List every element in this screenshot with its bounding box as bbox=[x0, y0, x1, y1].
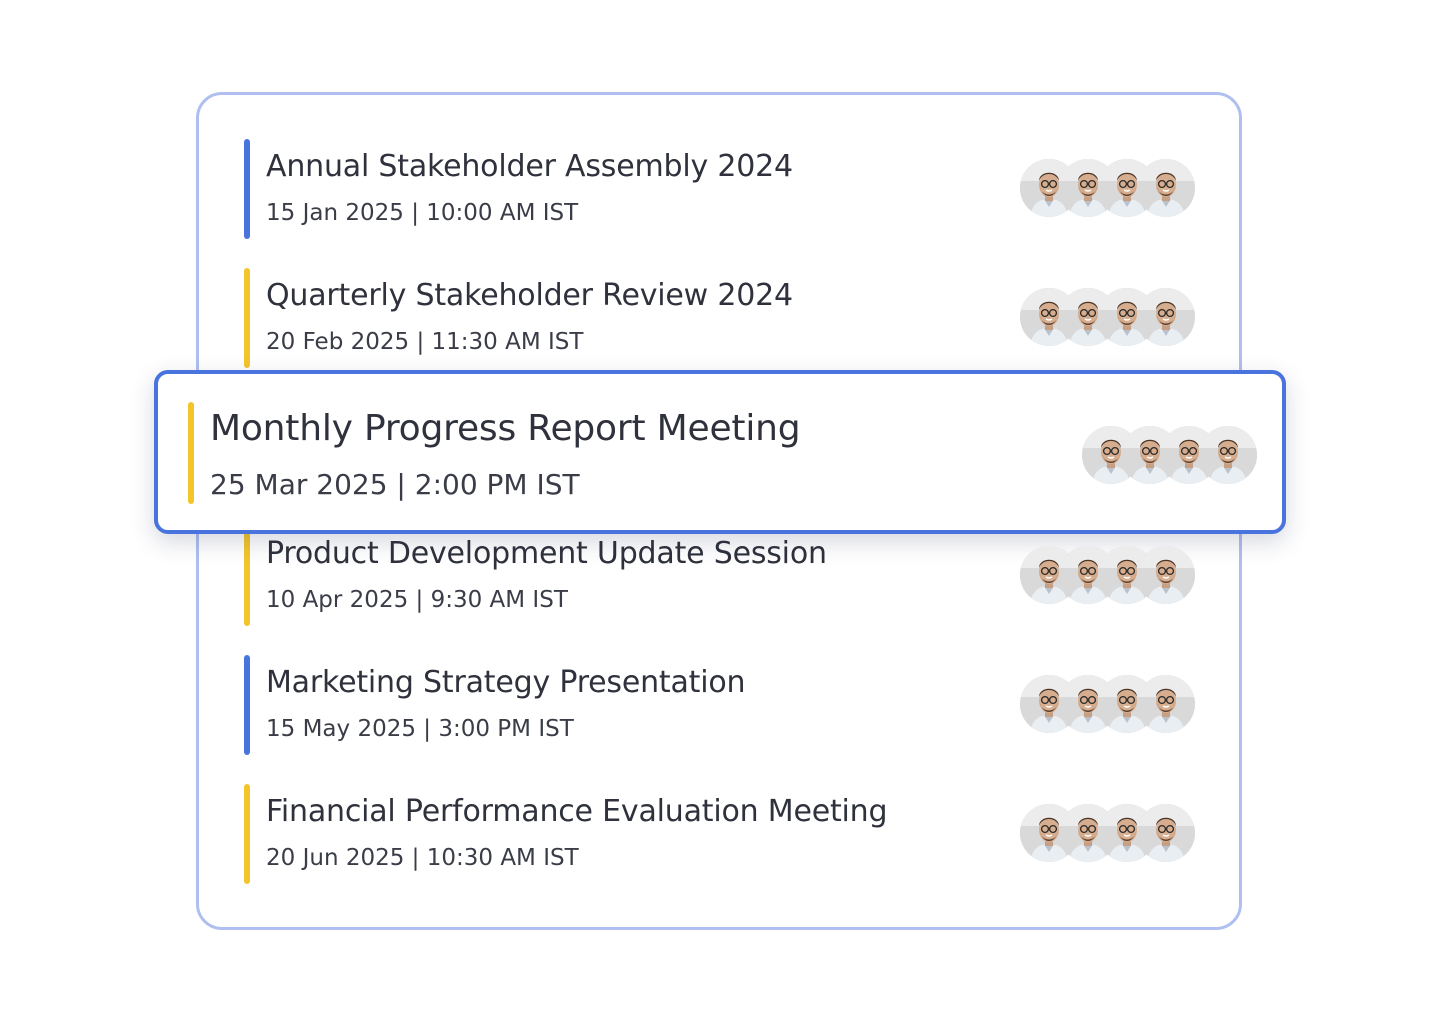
meeting-title: Monthly Progress Report Meeting bbox=[210, 408, 801, 449]
accent-bar bbox=[188, 402, 194, 504]
meeting-title: Financial Performance Evaluation Meeting bbox=[266, 794, 888, 829]
meeting-item-5[interactable]: Marketing Strategy Presentation 15 May 2… bbox=[244, 655, 1204, 755]
meeting-item-6[interactable]: Financial Performance Evaluation Meeting… bbox=[244, 784, 1204, 884]
meeting-item-3-highlighted[interactable]: Monthly Progress Report Meeting 25 Mar 2… bbox=[154, 370, 1286, 534]
meeting-item-1[interactable]: Annual Stakeholder Assembly 2024 15 Jan … bbox=[244, 139, 1204, 239]
accent-bar bbox=[244, 526, 250, 626]
meeting-item-2[interactable]: Quarterly Stakeholder Review 2024 20 Feb… bbox=[244, 268, 1204, 368]
meeting-datetime: 25 Mar 2025 | 2:00 PM IST bbox=[210, 468, 580, 501]
person-avatar[interactable] bbox=[1137, 546, 1195, 604]
meeting-datetime: 20 Feb 2025 | 11:30 AM IST bbox=[266, 329, 584, 355]
accent-bar bbox=[244, 655, 250, 755]
meeting-title: Quarterly Stakeholder Review 2024 bbox=[266, 278, 793, 313]
attendee-avatars[interactable] bbox=[1020, 546, 1200, 606]
attendee-avatars[interactable] bbox=[1020, 288, 1200, 348]
meeting-title: Marketing Strategy Presentation bbox=[266, 665, 746, 700]
attendee-avatars[interactable] bbox=[1082, 426, 1262, 486]
person-avatar[interactable] bbox=[1199, 426, 1257, 484]
meeting-datetime: 15 May 2025 | 3:00 PM IST bbox=[266, 716, 574, 742]
meeting-datetime: 10 Apr 2025 | 9:30 AM IST bbox=[266, 587, 568, 613]
meeting-item-4[interactable]: Product Development Update Session 10 Ap… bbox=[244, 526, 1204, 626]
accent-bar bbox=[244, 268, 250, 368]
person-avatar[interactable] bbox=[1137, 159, 1195, 217]
meeting-title: Annual Stakeholder Assembly 2024 bbox=[266, 149, 793, 184]
meeting-datetime: 20 Jun 2025 | 10:30 AM IST bbox=[266, 845, 579, 871]
attendee-avatars[interactable] bbox=[1020, 675, 1200, 735]
meeting-title: Product Development Update Session bbox=[266, 536, 827, 571]
accent-bar bbox=[244, 139, 250, 239]
person-avatar[interactable] bbox=[1137, 675, 1195, 733]
person-avatar[interactable] bbox=[1137, 804, 1195, 862]
accent-bar bbox=[244, 784, 250, 884]
attendee-avatars[interactable] bbox=[1020, 804, 1200, 864]
attendee-avatars[interactable] bbox=[1020, 159, 1200, 219]
person-avatar[interactable] bbox=[1137, 288, 1195, 346]
meeting-datetime: 15 Jan 2025 | 10:00 AM IST bbox=[266, 200, 579, 226]
